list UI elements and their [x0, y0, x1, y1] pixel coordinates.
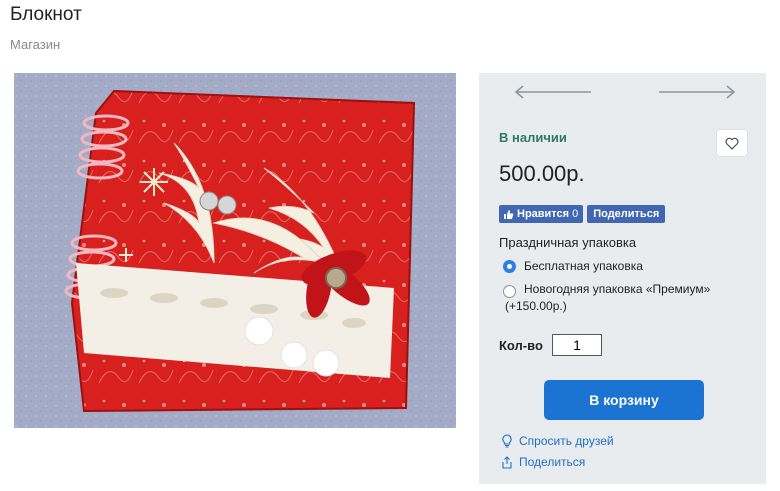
packaging-option-label-line1: Новогодняя упаковка «Премиум» — [524, 282, 711, 296]
packaging-option-free[interactable]: Бесплатная упаковка — [503, 259, 643, 273]
like-label: Нравится — [517, 208, 570, 220]
share-icon — [502, 455, 512, 469]
social-buttons: Нравится 0 Поделиться — [499, 205, 666, 223]
quantity-input[interactable] — [552, 334, 602, 356]
packaging-option-price: (+150.00р.) — [505, 299, 567, 313]
next-arrow-button[interactable] — [657, 85, 737, 99]
lightbulb-icon — [502, 434, 512, 448]
page-title: Блокнот — [10, 4, 82, 25]
packaging-option-label: Бесплатная упаковка — [524, 259, 643, 273]
add-to-cart-button[interactable]: В корзину — [544, 380, 704, 420]
breadcrumb[interactable]: Магазин — [10, 37, 60, 52]
like-count: 0 — [572, 208, 579, 220]
prev-arrow-button[interactable] — [513, 85, 593, 99]
radio-selected-icon[interactable] — [503, 260, 516, 273]
arrow-left-icon — [514, 85, 591, 99]
product-price: 500.00р. — [499, 161, 585, 186]
product-panel: В наличии 500.00р. Нравится 0 Поделиться… — [479, 73, 766, 484]
packaging-option-premium[interactable]: Новогодняя упаковка «Премиум» (+150.00р.… — [503, 281, 754, 315]
packaging-option-label: Новогодняя упаковка «Премиум» (+150.00р.… — [505, 281, 754, 315]
thumbs-up-icon — [504, 209, 514, 219]
product-image[interactable] — [14, 73, 456, 428]
favorite-button[interactable] — [717, 130, 747, 156]
heart-icon — [725, 137, 739, 150]
radio-unselected-icon[interactable] — [503, 285, 516, 298]
ask-friends-label: Спросить друзей — [519, 434, 614, 448]
share-label: Поделиться — [519, 455, 586, 469]
arrow-right-icon — [659, 85, 736, 99]
packaging-title: Праздничная упаковка — [499, 235, 637, 250]
facebook-like-button[interactable]: Нравится 0 — [499, 205, 584, 223]
notebook-illustration — [14, 73, 456, 428]
ask-friends-link[interactable]: Спросить друзей — [501, 434, 614, 448]
availability-status: В наличии — [499, 130, 567, 145]
quantity-label: Кол-во — [499, 338, 543, 353]
facebook-share-button[interactable]: Поделиться — [587, 205, 666, 223]
share-link[interactable]: Поделиться — [501, 455, 585, 469]
